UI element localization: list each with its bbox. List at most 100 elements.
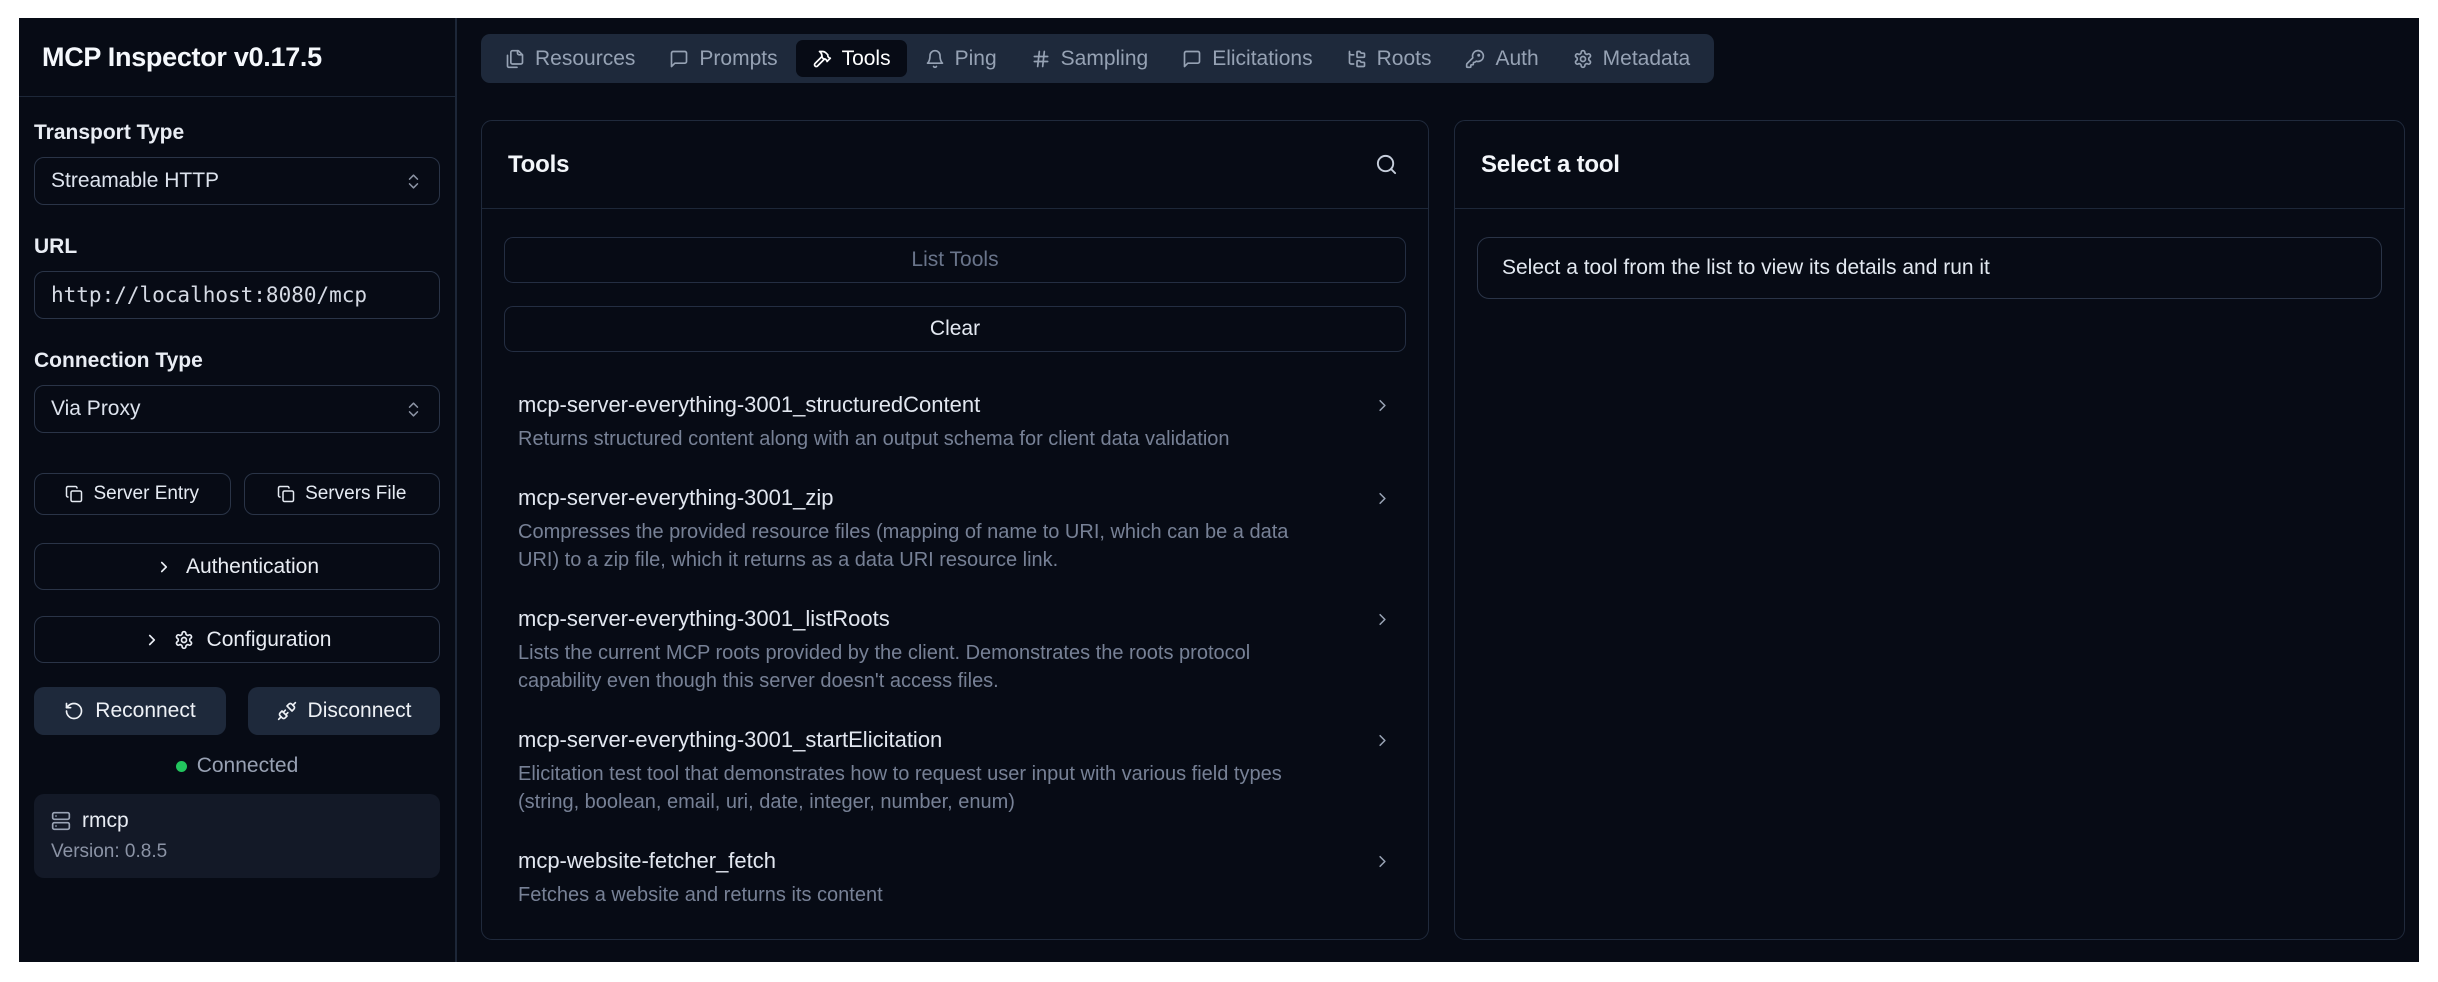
chevrons-up-down-icon — [404, 172, 423, 191]
chevrons-up-down-icon — [404, 400, 423, 419]
tool-name: mcp-server-everything-3001_startElicitat… — [518, 727, 1327, 753]
tool-name: mcp-website-fetcher_fetch — [518, 848, 1327, 874]
url-label: URL — [34, 235, 440, 259]
message-square-icon — [1182, 49, 1202, 69]
folder-tree-icon — [1347, 49, 1367, 69]
server-info-card: rmcp Version: 0.8.5 — [34, 794, 440, 878]
tool-name: mcp-server-everything-3001_structuredCon… — [518, 392, 1327, 418]
details-panel-header: Select a tool — [1455, 121, 2404, 209]
tool-description: Elicitation test tool that demonstrates … — [518, 760, 1327, 816]
url-input[interactable] — [34, 271, 440, 319]
tool-name: mcp-server-everything-3001_zip — [518, 485, 1327, 511]
tool-list-item[interactable]: mcp-server-everything-3001_zip Compresse… — [504, 469, 1406, 590]
bell-icon — [925, 49, 945, 69]
main-area: Resources Prompts Tools Ping Sampling El… — [457, 18, 2419, 962]
tool-details-panel: Select a tool Select a tool from the lis… — [1454, 120, 2405, 940]
tab-sampling[interactable]: Sampling — [1015, 40, 1165, 77]
copy-icon — [65, 485, 83, 503]
configuration-label: Configuration — [207, 628, 332, 652]
server-name-row: rmcp — [51, 809, 423, 833]
tool-text: mcp-server-everything-3001_structuredCon… — [518, 392, 1373, 453]
tab-elicitations[interactable]: Elicitations — [1166, 40, 1328, 77]
tab-ping[interactable]: Ping — [909, 40, 1013, 77]
copy-icon — [277, 485, 295, 503]
details-panel-body: Select a tool from the list to view its … — [1455, 209, 2404, 321]
tab-label: Prompts — [699, 47, 777, 71]
connection-type-group: Connection Type Via Proxy — [34, 349, 440, 433]
content-area: Tools List Tools Clear mcp-server-everyt… — [481, 120, 2405, 940]
tab-label: Roots — [1377, 47, 1432, 71]
search-button[interactable] — [1371, 149, 1402, 180]
placeholder-text: Select a tool from the list to view its … — [1502, 256, 1990, 280]
connection-type-label: Connection Type — [34, 349, 440, 373]
tab-label: Auth — [1495, 47, 1538, 71]
tab-label: Ping — [955, 47, 997, 71]
chevron-right-icon — [155, 558, 173, 576]
connection-type-select[interactable]: Via Proxy — [34, 385, 440, 433]
hash-icon — [1031, 49, 1051, 69]
servers-file-button[interactable]: Servers File — [244, 473, 441, 515]
tab-label: Resources — [535, 47, 635, 71]
tool-list-item[interactable]: mcp-server-everything-3001_listRoots Lis… — [504, 590, 1406, 711]
reconnect-label: Reconnect — [95, 699, 195, 723]
tool-text: mcp-server-everything-3001_zip Compresse… — [518, 485, 1373, 574]
sidebar-body: Transport Type Streamable HTTP URL Conne… — [19, 97, 455, 878]
status-label: Connected — [197, 754, 299, 778]
disconnect-button[interactable]: Disconnect — [248, 687, 440, 735]
search-icon — [1375, 153, 1398, 176]
tool-name: mcp-server-everything-3001_listRoots — [518, 606, 1327, 632]
list-tools-button[interactable]: List Tools — [504, 237, 1406, 283]
sidebar-header: MCP Inspector v0.17.5 — [19, 18, 455, 97]
sidebar: MCP Inspector v0.17.5 Transport Type Str… — [19, 18, 457, 962]
tool-text: mcp-website-fetcher_fetch Fetches a webs… — [518, 848, 1373, 909]
tool-description: Compresses the provided resource files (… — [518, 518, 1327, 574]
tools-panel: Tools List Tools Clear mcp-server-everyt… — [481, 120, 1429, 940]
tool-list-item[interactable]: mcp-website-fetcher_fetch Fetches a webs… — [504, 832, 1406, 925]
servers-file-label: Servers File — [305, 483, 406, 505]
mcp-inspector-app: MCP Inspector v0.17.5 Transport Type Str… — [19, 18, 2419, 962]
tool-list-item[interactable]: mcp-server-everything-3001_structuredCon… — [504, 376, 1406, 469]
clear-button[interactable]: Clear — [504, 306, 1406, 352]
disconnect-label: Disconnect — [308, 699, 412, 723]
transport-type-select[interactable]: Streamable HTTP — [34, 157, 440, 205]
tool-list: mcp-server-everything-3001_structuredCon… — [504, 376, 1406, 925]
tools-panel-header: Tools — [482, 121, 1428, 209]
tab-metadata[interactable]: Metadata — [1557, 40, 1707, 77]
chevron-right-icon — [143, 631, 161, 649]
tool-list-item[interactable]: mcp-server-everything-3001_startElicitat… — [504, 711, 1406, 832]
rotate-ccw-icon — [64, 701, 84, 721]
chevron-right-icon — [1373, 489, 1392, 508]
select-tool-placeholder: Select a tool from the list to view its … — [1477, 237, 2382, 299]
tab-roots[interactable]: Roots — [1331, 40, 1448, 77]
server-entry-label: Server Entry — [93, 483, 199, 505]
unplug-icon — [277, 701, 297, 721]
authentication-label: Authentication — [186, 555, 319, 579]
tab-auth[interactable]: Auth — [1449, 40, 1554, 77]
tool-text: mcp-server-everything-3001_startElicitat… — [518, 727, 1373, 816]
connection-status: Connected — [34, 754, 440, 778]
status-dot-icon — [176, 761, 187, 772]
chevron-right-icon — [1373, 852, 1392, 871]
app-title: MCP Inspector v0.17.5 — [42, 42, 322, 73]
tab-label: Tools — [842, 47, 891, 71]
key-icon — [1465, 49, 1485, 69]
tab-label: Elicitations — [1212, 47, 1312, 71]
tab-resources[interactable]: Resources — [489, 40, 651, 77]
transport-type-group: Transport Type Streamable HTTP — [34, 121, 440, 205]
authentication-toggle[interactable]: Authentication — [34, 543, 440, 590]
reconnect-button[interactable]: Reconnect — [34, 687, 226, 735]
server-entry-button[interactable]: Server Entry — [34, 473, 231, 515]
url-group: URL — [34, 235, 440, 319]
configuration-toggle[interactable]: Configuration — [34, 616, 440, 663]
connection-buttons-row: Reconnect Disconnect — [34, 687, 440, 735]
server-name: rmcp — [82, 809, 129, 833]
gear-icon — [174, 630, 194, 650]
files-icon — [505, 49, 525, 69]
tools-panel-title: Tools — [508, 151, 569, 179]
hammer-icon — [812, 49, 832, 69]
tab-prompts[interactable]: Prompts — [653, 40, 793, 77]
tab-label: Metadata — [1603, 47, 1691, 71]
copy-buttons-row: Server Entry Servers File — [34, 473, 440, 515]
tab-tools[interactable]: Tools — [796, 40, 907, 77]
tool-text: mcp-server-everything-3001_listRoots Lis… — [518, 606, 1373, 695]
